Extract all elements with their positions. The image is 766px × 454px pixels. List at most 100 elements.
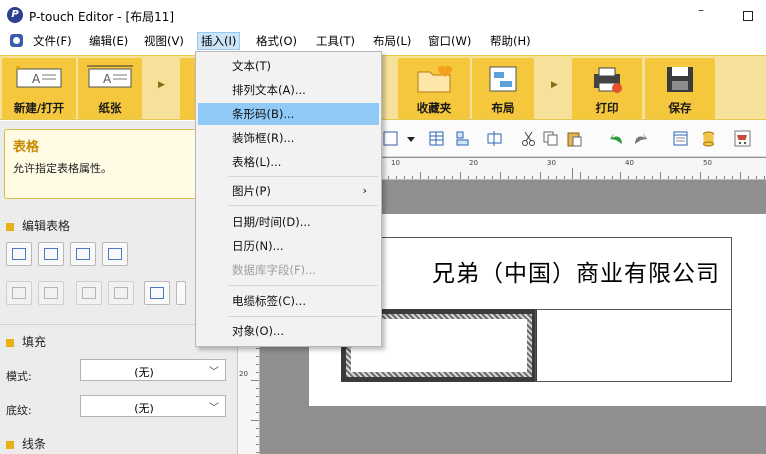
ruler-mark: 50 bbox=[703, 159, 712, 167]
menu-help[interactable]: 帮助(H) bbox=[487, 32, 534, 50]
favorites-button[interactable]: 收藏夹 bbox=[398, 58, 470, 119]
favorites-label: 收藏夹 bbox=[416, 101, 452, 115]
save-button[interactable]: 保存 bbox=[645, 58, 715, 119]
table-glyph-icon bbox=[12, 287, 26, 299]
new-open-label: 新建/打开 bbox=[13, 101, 65, 115]
layout-label: 布局 bbox=[491, 101, 515, 115]
minimize-button[interactable]: – bbox=[698, 3, 704, 17]
paper-icon: A bbox=[87, 65, 133, 88]
pattern-label: 底纹: bbox=[6, 404, 32, 417]
insert-table-item[interactable]: 表格(L)... bbox=[198, 151, 379, 173]
table-glyph-icon bbox=[114, 287, 128, 299]
insert-column-left-button[interactable] bbox=[6, 242, 32, 266]
ruler-mark: 20 bbox=[239, 370, 248, 378]
edit-table-heading: 编辑表格 bbox=[22, 219, 71, 233]
distribute-rows-button[interactable] bbox=[176, 281, 186, 305]
split-cells-button[interactable] bbox=[108, 281, 134, 305]
menu-bar: 文件(F) 编辑(E) 视图(V) 插入(I) 格式(O) 工具(T) 布局(L… bbox=[0, 30, 766, 52]
table-glyph-icon bbox=[76, 248, 90, 260]
insert-date-time-item[interactable]: 日期/时间(D)... bbox=[198, 211, 379, 233]
tip-description: 允许指定表格属性。 bbox=[13, 162, 112, 175]
insert-row-above-button[interactable] bbox=[38, 242, 64, 266]
paste-icon[interactable] bbox=[566, 130, 583, 147]
submenu-arrow-icon: › bbox=[362, 184, 367, 197]
align-icon[interactable] bbox=[454, 130, 471, 147]
insert-database-field-item[interactable]: 数据库字段(F)... bbox=[198, 259, 379, 281]
database-icon[interactable] bbox=[700, 130, 717, 147]
new-label-icon: A bbox=[16, 66, 62, 88]
menu-file[interactable]: 文件(F) bbox=[30, 32, 75, 50]
fill-heading: 填充 bbox=[22, 335, 47, 349]
app-logo-icon: P bbox=[7, 7, 23, 23]
menu-edit[interactable]: 编辑(E) bbox=[86, 32, 131, 50]
ruler-mark: 20 bbox=[469, 159, 478, 167]
mode-select-value: (无) bbox=[134, 366, 154, 379]
insert-frame-item[interactable]: 装饰框(R)... bbox=[198, 127, 379, 149]
table-icon[interactable] bbox=[428, 130, 445, 147]
chevron-down-icon: ﹀ bbox=[209, 367, 219, 378]
system-menu-icon[interactable] bbox=[10, 34, 23, 47]
insert-picture-item[interactable]: 图片(P) › bbox=[198, 180, 379, 202]
expand-arrow-icon[interactable]: ▶ bbox=[158, 80, 165, 90]
section-marker-icon bbox=[6, 222, 14, 231]
cut-icon[interactable] bbox=[520, 130, 537, 147]
menu-separator bbox=[228, 205, 378, 206]
distribute-columns-button[interactable] bbox=[144, 281, 170, 305]
table-glyph-icon bbox=[12, 248, 26, 260]
delete-column-button[interactable] bbox=[6, 281, 32, 305]
delete-row-button[interactable] bbox=[38, 281, 64, 305]
copy-icon[interactable] bbox=[542, 130, 559, 147]
pattern-select-value: (无) bbox=[134, 402, 154, 415]
line-section: 线条 bbox=[6, 435, 46, 452]
insert-column-right-button[interactable] bbox=[70, 242, 96, 266]
ruler-mark: 10 bbox=[391, 159, 400, 167]
menu-window[interactable]: 窗口(W) bbox=[425, 32, 474, 50]
insert-text-item[interactable]: 文本(T) bbox=[198, 55, 379, 77]
undo-icon[interactable] bbox=[608, 130, 625, 147]
window-title: P-touch Editor - [布局11] bbox=[29, 10, 175, 24]
printer-icon bbox=[594, 67, 622, 93]
menu-format[interactable]: 格式(O) bbox=[253, 32, 300, 50]
svg-text:A: A bbox=[32, 72, 41, 86]
insert-arranged-text-item[interactable]: 排列文本(A)... bbox=[198, 79, 379, 101]
dropdown-arrow-icon[interactable] bbox=[406, 130, 416, 147]
company-name-text[interactable]: 兄弟（中国）商业有限公司 bbox=[340, 254, 720, 288]
section-marker-icon bbox=[6, 338, 14, 347]
expand-arrow-icon-2[interactable]: ▶ bbox=[551, 80, 558, 90]
ruler-mark: 30 bbox=[547, 159, 556, 167]
insert-cable-label-item[interactable]: 电缆标签(C)... bbox=[198, 290, 379, 312]
paper-button[interactable]: A 纸张 bbox=[78, 58, 142, 119]
insert-barcode-item[interactable]: 条形码(B)... bbox=[198, 103, 379, 125]
menu-layout[interactable]: 布局(L) bbox=[370, 32, 414, 50]
redo-icon[interactable] bbox=[632, 130, 649, 147]
merge-cells-button[interactable] bbox=[76, 281, 102, 305]
maximize-button[interactable] bbox=[743, 11, 753, 21]
pattern-select[interactable]: (无) ﹀ bbox=[80, 395, 226, 417]
menu-tools[interactable]: 工具(T) bbox=[313, 32, 358, 50]
insert-picture-label: 图片(P) bbox=[232, 184, 271, 198]
frame-shape-icon[interactable] bbox=[382, 130, 399, 147]
ruler-mark: 40 bbox=[625, 159, 634, 167]
line-heading: 线条 bbox=[22, 437, 47, 451]
shopping-cart-icon[interactable] bbox=[734, 130, 751, 147]
window-icon[interactable] bbox=[672, 130, 689, 147]
menu-view[interactable]: 视图(V) bbox=[141, 32, 187, 50]
arrange-icon[interactable] bbox=[486, 130, 503, 147]
menu-insert[interactable]: 插入(I) bbox=[197, 32, 241, 50]
chevron-down-icon: ﹀ bbox=[209, 403, 219, 414]
insert-menu-dropdown: 文本(T) 排列文本(A)... 条形码(B)... 装饰框(R)... 表格(… bbox=[195, 51, 382, 347]
table-cell-bottom-right[interactable] bbox=[535, 309, 732, 382]
table-glyph-icon bbox=[108, 248, 122, 260]
table-glyph-icon bbox=[82, 287, 96, 299]
table-glyph-icon bbox=[44, 248, 58, 260]
edit-toolbar bbox=[380, 121, 766, 157]
print-button[interactable]: 打印 bbox=[572, 58, 642, 119]
mode-select[interactable]: (无) ﹀ bbox=[80, 359, 226, 381]
insert-row-below-button[interactable] bbox=[102, 242, 128, 266]
layout-button[interactable]: 布局 bbox=[472, 58, 534, 119]
insert-object-item[interactable]: 对象(O)... bbox=[198, 320, 379, 342]
ribbon-toolbar: A 新建/打开 A 纸张 ▶ 收藏夹 布局 ▶ 打印 保存 bbox=[0, 55, 766, 120]
insert-calendar-item[interactable]: 日历(N)... bbox=[198, 235, 379, 257]
new-open-button[interactable]: A 新建/打开 bbox=[2, 58, 76, 119]
save-label: 保存 bbox=[668, 101, 692, 115]
